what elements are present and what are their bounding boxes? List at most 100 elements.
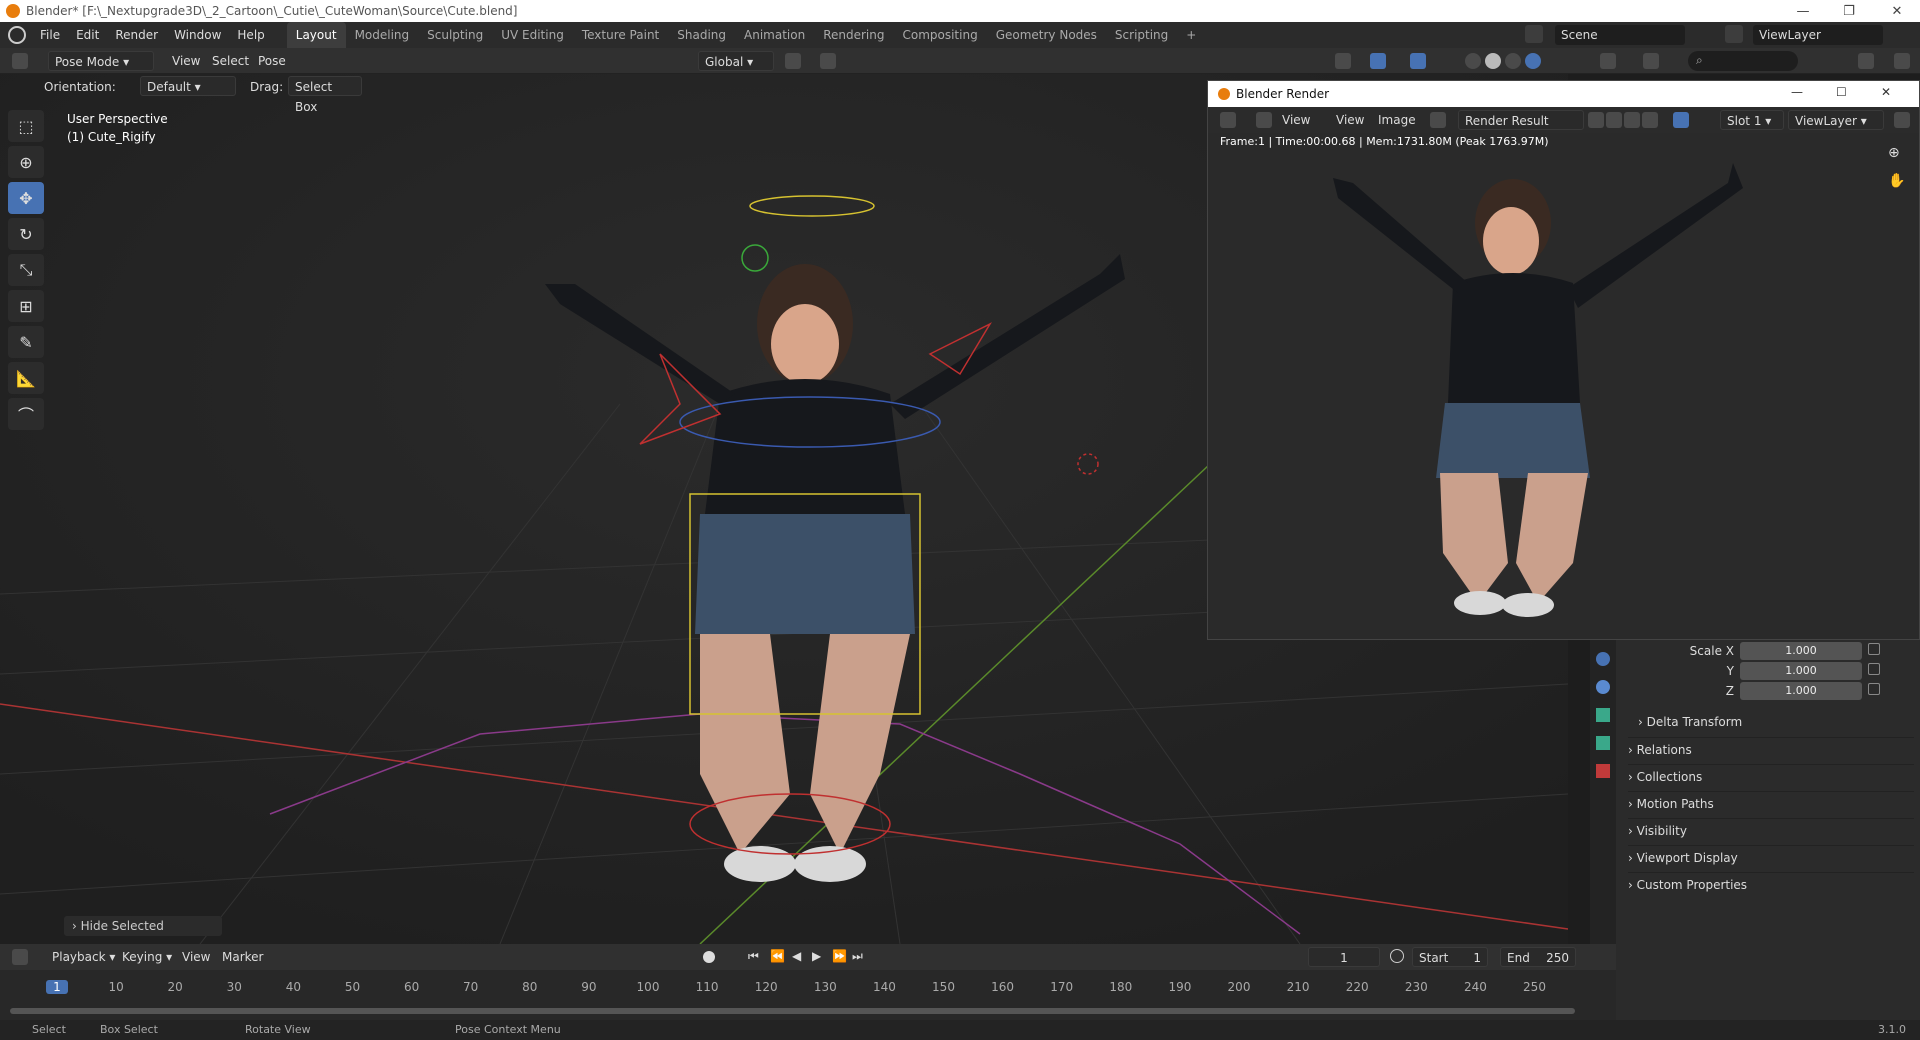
- end-frame-field[interactable]: End 250: [1500, 947, 1576, 967]
- open-image-icon[interactable]: [1624, 112, 1640, 128]
- tab-rendering[interactable]: Rendering: [814, 22, 893, 48]
- fake-user-icon[interactable]: [1588, 112, 1604, 128]
- tab-animation[interactable]: Animation: [735, 22, 814, 48]
- section-relations[interactable]: › Relations: [1628, 737, 1914, 761]
- unlink-image-icon[interactable]: [1642, 112, 1658, 128]
- render-layer-dropdown[interactable]: ViewLayer ▾: [1788, 110, 1884, 130]
- render-window[interactable]: Blender Render — ☐ ✕ View View Image Ren…: [1207, 80, 1920, 640]
- channels-icon[interactable]: [1894, 112, 1910, 128]
- new-window-icon[interactable]: [1894, 53, 1910, 69]
- last-operator-panel[interactable]: › Hide Selected: [64, 916, 222, 936]
- image-editor-type-icon[interactable]: [1220, 112, 1236, 128]
- add-workspace-icon[interactable]: +: [1177, 22, 1205, 48]
- view-layer-icon[interactable]: [1725, 25, 1743, 43]
- orientation-dropdown[interactable]: Default ▾: [140, 76, 236, 96]
- measure-icon[interactable]: 📐: [8, 362, 44, 394]
- blender-menu-icon[interactable]: [8, 26, 26, 44]
- close-icon[interactable]: ✕: [1874, 0, 1920, 22]
- menu-timeline-view[interactable]: View: [176, 947, 216, 967]
- section-viewport-display[interactable]: › Viewport Display: [1628, 845, 1914, 869]
- section-visibility[interactable]: › Visibility: [1628, 818, 1914, 842]
- editor-type-icon[interactable]: [12, 53, 28, 69]
- menu-marker[interactable]: Marker: [216, 947, 269, 967]
- image-name-field[interactable]: Render Result: [1458, 110, 1584, 130]
- search-input[interactable]: ⌕: [1688, 51, 1798, 71]
- drag-dropdown[interactable]: Select Box: [288, 76, 362, 114]
- prev-keyframe-icon[interactable]: ⏪: [770, 949, 785, 963]
- texture-tab-icon[interactable]: [1596, 764, 1610, 778]
- jump-start-icon[interactable]: ⏮: [748, 949, 759, 964]
- restore-icon[interactable]: ❐: [1826, 0, 1872, 22]
- menu-keying[interactable]: Keying ▾: [116, 947, 178, 967]
- annotate-icon[interactable]: ✎: [8, 326, 44, 358]
- snap-icon[interactable]: [820, 53, 836, 69]
- menu-pose[interactable]: Pose: [252, 51, 292, 71]
- tab-shading[interactable]: Shading: [668, 22, 735, 48]
- scene-selector[interactable]: Scene: [1555, 25, 1685, 45]
- record-icon[interactable]: [703, 951, 715, 963]
- menu-window[interactable]: Window: [166, 22, 229, 48]
- tab-uv-editing[interactable]: UV Editing: [492, 22, 573, 48]
- rendered-shading-icon[interactable]: [1525, 53, 1541, 69]
- timeline[interactable]: Playback ▾ Keying ▾ View Marker ⏮ ⏪ ◀ ▶ …: [0, 944, 1616, 1020]
- play-icon[interactable]: ▶: [812, 949, 821, 963]
- scale-icon[interactable]: ⤡: [8, 254, 44, 286]
- transform-orientation[interactable]: Global ▾: [698, 51, 774, 71]
- tab-scripting[interactable]: Scripting: [1106, 22, 1177, 48]
- image-mode-icon[interactable]: [1256, 112, 1272, 128]
- scale-x-field[interactable]: 1.000: [1740, 642, 1862, 660]
- current-frame-field[interactable]: 1: [1308, 947, 1380, 967]
- constraints-tab-icon[interactable]: [1596, 680, 1610, 694]
- physics-tab-icon[interactable]: [1596, 652, 1610, 666]
- transform-icon[interactable]: ⊞: [8, 290, 44, 322]
- render-close-icon[interactable]: ✕: [1881, 85, 1891, 99]
- tab-geometry-nodes[interactable]: Geometry Nodes: [987, 22, 1106, 48]
- object-data-tab-icon[interactable]: [1596, 708, 1610, 722]
- material-shading-icon[interactable]: [1505, 53, 1521, 69]
- image-browse-icon[interactable]: [1430, 112, 1446, 128]
- menu-select[interactable]: Select: [206, 51, 255, 71]
- scene-icon[interactable]: [1525, 25, 1543, 43]
- jump-end-icon[interactable]: ⏭: [852, 949, 863, 964]
- tab-texture-paint[interactable]: Texture Paint: [573, 22, 668, 48]
- filter-icon[interactable]: [1858, 53, 1874, 69]
- rotate-icon[interactable]: ↻: [8, 218, 44, 250]
- start-frame-field[interactable]: Start 1: [1412, 947, 1488, 967]
- preview-range-icon[interactable]: [1390, 949, 1404, 963]
- lock-z-icon[interactable]: [1868, 683, 1880, 695]
- menu-file[interactable]: File: [32, 22, 68, 48]
- menu-edit[interactable]: Edit: [68, 22, 107, 48]
- render-menu-view-1[interactable]: View: [1276, 110, 1316, 130]
- next-keyframe-icon[interactable]: ⏩: [832, 949, 847, 963]
- tab-sculpting[interactable]: Sculpting: [418, 22, 492, 48]
- timeline-scrollbar[interactable]: [10, 1008, 1575, 1014]
- render-overlay-icon[interactable]: [1673, 112, 1689, 128]
- scale-z-field[interactable]: 1.000: [1740, 682, 1862, 700]
- render-menu-view-2[interactable]: View: [1330, 110, 1370, 130]
- solid-shading-icon[interactable]: [1485, 53, 1501, 69]
- menu-render[interactable]: Render: [107, 22, 166, 48]
- gizmo-icon[interactable]: [1370, 53, 1386, 69]
- menu-view[interactable]: View: [166, 51, 206, 71]
- lock-y-icon[interactable]: [1868, 663, 1880, 675]
- cursor-icon[interactable]: ⊕: [8, 146, 44, 178]
- tab-compositing[interactable]: Compositing: [893, 22, 986, 48]
- timeline-editor-icon[interactable]: [12, 949, 28, 965]
- scale-y-field[interactable]: 1.000: [1740, 662, 1862, 680]
- section-delta-transform[interactable]: › Delta Transform: [1638, 710, 1914, 734]
- minimize-icon[interactable]: —: [1780, 0, 1826, 22]
- section-collections[interactable]: › Collections: [1628, 764, 1914, 788]
- visibility-icon[interactable]: [1335, 53, 1351, 69]
- bone-tool-icon[interactable]: ⌒: [8, 398, 44, 430]
- render-maximize-icon[interactable]: ☐: [1836, 85, 1847, 99]
- mode-selector[interactable]: Pose Mode ▾: [48, 51, 154, 71]
- overlay-icon[interactable]: [1410, 53, 1426, 69]
- menu-help[interactable]: Help: [229, 22, 272, 48]
- bone-tab-icon[interactable]: [1596, 736, 1610, 750]
- render-minimize-icon[interactable]: —: [1791, 85, 1803, 99]
- select-box-icon[interactable]: ⬚: [8, 110, 44, 142]
- section-custom-properties[interactable]: › Custom Properties: [1628, 872, 1914, 896]
- tab-layout[interactable]: Layout: [286, 22, 346, 48]
- pivot-icon[interactable]: [785, 53, 801, 69]
- play-reverse-icon[interactable]: ◀: [792, 949, 801, 963]
